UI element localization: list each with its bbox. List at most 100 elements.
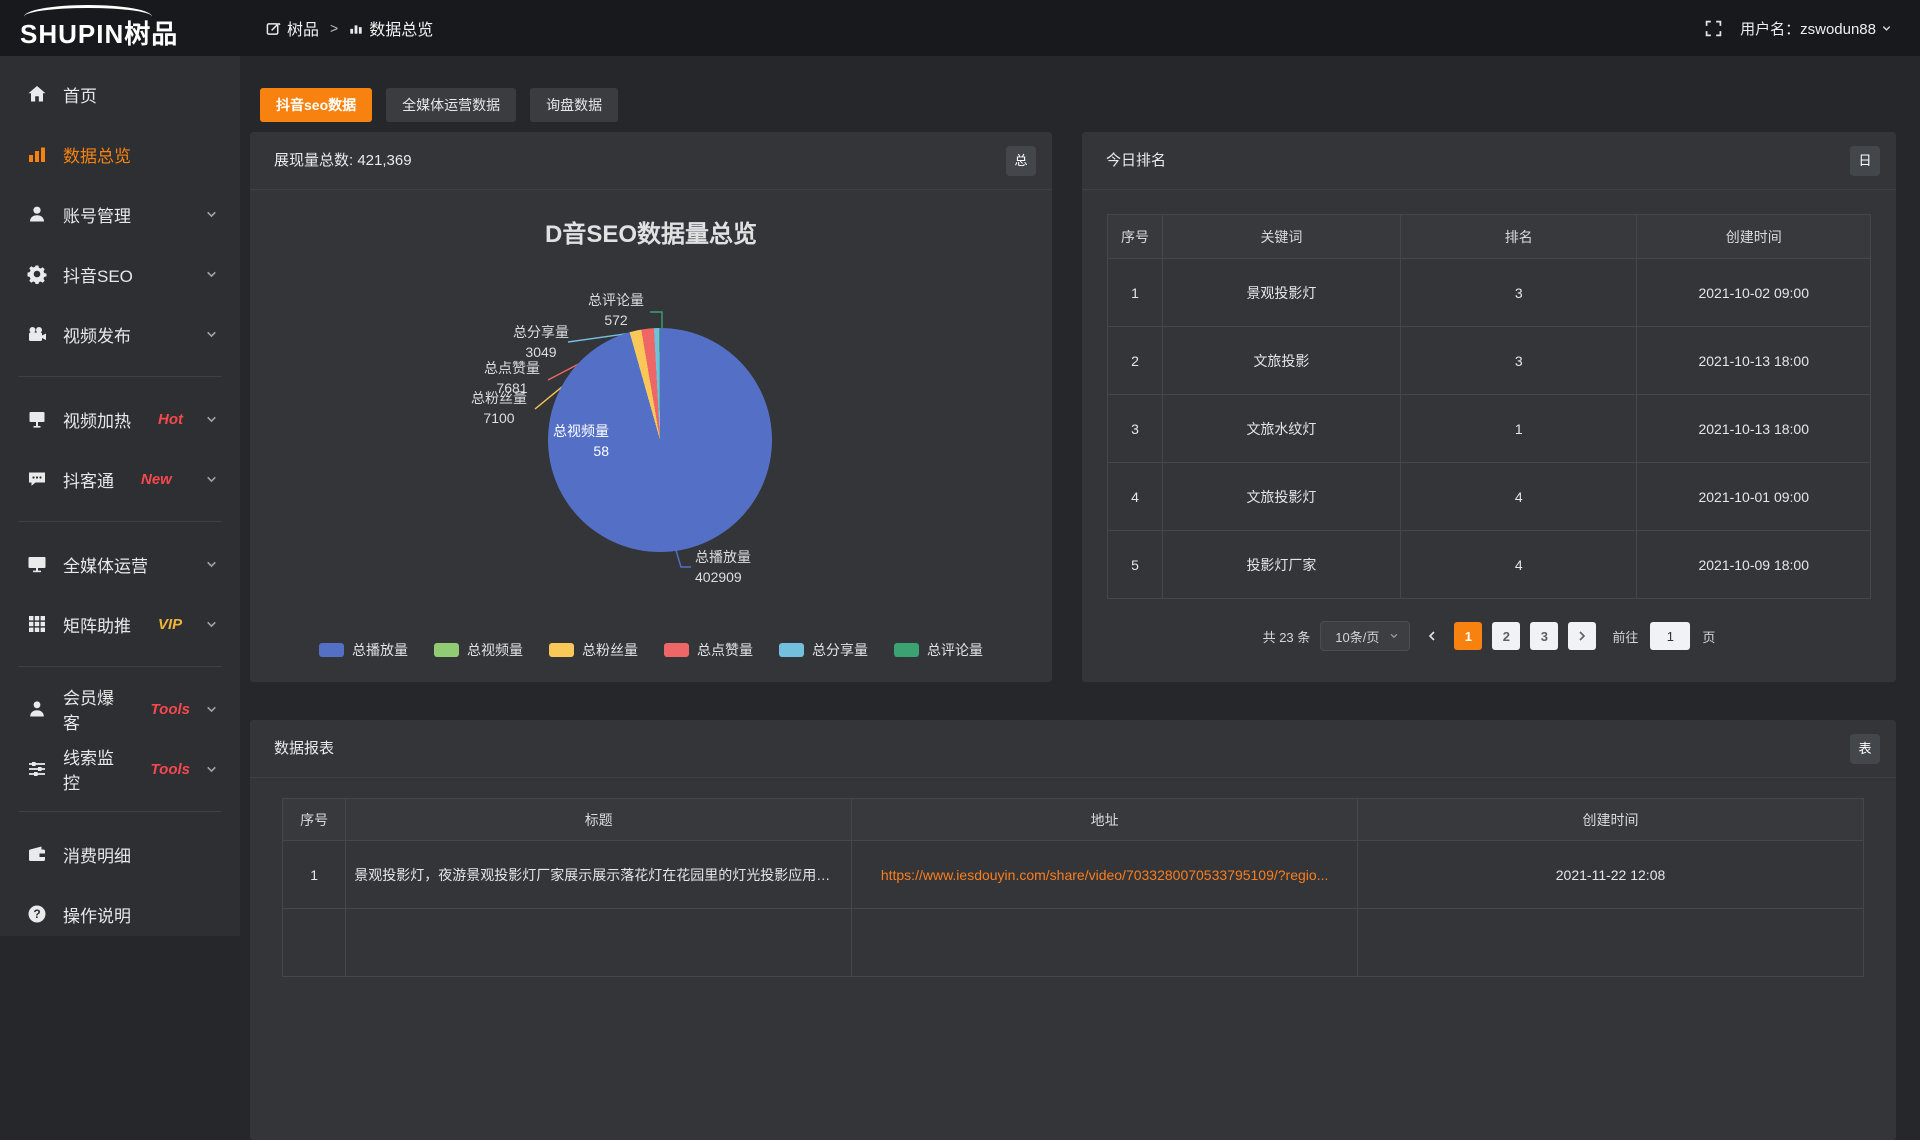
report-table: 序号 标题 地址 创建时间 1 景观投影灯，夜游景观投影灯厂家展示展示落花灯在花… xyxy=(282,798,1864,977)
chevron-down-icon xyxy=(205,328,218,341)
sidebar-item-video-heat[interactable]: 视频加热 Hot xyxy=(0,389,240,449)
chat-bubble-icon xyxy=(26,468,48,490)
table-row xyxy=(283,909,1864,977)
top-bar: SHUPIN树品 树品 > 数据总览 用户名：zswodun88 xyxy=(0,0,1920,56)
total-count-label: 共 23 条 xyxy=(1263,627,1311,646)
chart-title: D音SEO数据量总览 xyxy=(250,214,1052,249)
chevron-down-icon xyxy=(205,268,218,281)
sidebar-item-lead-monitor[interactable]: 线索监控 Tools xyxy=(0,739,240,799)
sidebar-divider xyxy=(18,666,222,667)
user-menu[interactable]: 用户名：zswodun88 xyxy=(1740,18,1892,39)
sidebar-item-member-burst[interactable]: 会员爆客 Tools xyxy=(0,679,240,739)
home-icon xyxy=(26,83,48,105)
chevron-down-icon xyxy=(205,208,218,221)
report-title: 数据报表 xyxy=(274,740,334,757)
main-content: 抖音seo数据 全媒体运营数据 询盘数据 展现量总数: 421,369 总 D音… xyxy=(240,56,1920,936)
table-row: 4 文旅投影灯 4 2021-10-01 09:00 xyxy=(1108,463,1871,531)
edit-box-icon xyxy=(266,21,281,36)
sidebar-divider xyxy=(18,376,222,377)
goto-label: 前往 xyxy=(1612,627,1638,646)
billboard-icon xyxy=(26,408,48,430)
sidebar-item-matrix-boost[interactable]: 矩阵助推 VIP xyxy=(0,594,240,654)
sliders-icon xyxy=(26,758,48,780)
callout-total-comments: 总评论量 572 xyxy=(572,290,660,330)
gear-icon xyxy=(26,263,48,285)
fullscreen-icon[interactable] xyxy=(1705,20,1722,37)
legend-item[interactable]: 总评论量 xyxy=(894,640,983,660)
table-header-row: 序号 关键词 排名 创建时间 xyxy=(1108,215,1871,259)
table-badge-button[interactable]: 表 xyxy=(1850,734,1880,764)
sidebar-divider xyxy=(18,811,222,812)
sidebar-item-consumption[interactable]: 消费明细 xyxy=(0,824,240,884)
ranking-title: 今日排名 xyxy=(1106,152,1166,169)
chart-legend: 总播放量 总视频量 总粉丝量 总点赞量 总分享量 总评论量 xyxy=(250,640,1052,660)
sidebar-item-video-publish[interactable]: 视频发布 xyxy=(0,304,240,364)
chevron-down-icon xyxy=(205,473,218,486)
sidebar: 首页 数据总览 账号管理 抖音SEO xyxy=(0,56,240,936)
sidebar-item-media-operation[interactable]: 全媒体运营 xyxy=(0,534,240,594)
legend-item[interactable]: 总播放量 xyxy=(319,640,408,660)
total-badge-button[interactable]: 总 xyxy=(1006,146,1036,176)
goto-page-input[interactable] xyxy=(1650,622,1690,650)
logo-text: SHUPIN树品 xyxy=(20,14,178,51)
legend-item[interactable]: 总粉丝量 xyxy=(549,640,638,660)
callout-total-shares: 总分享量 3049 xyxy=(497,322,585,362)
video-link[interactable]: https://www.iesdouyin.com/share/video/70… xyxy=(852,841,1358,909)
page-size-select[interactable]: 10条/页 xyxy=(1320,621,1410,651)
legend-item[interactable]: 总分享量 xyxy=(779,640,868,660)
sidebar-item-douyin-seo[interactable]: 抖音SEO xyxy=(0,244,240,304)
sidebar-item-doukettong[interactable]: 抖客通 New xyxy=(0,449,240,509)
prev-page-button[interactable] xyxy=(1420,630,1444,642)
wallet-icon xyxy=(26,843,48,865)
sidebar-divider xyxy=(18,521,222,522)
chart-bar-icon xyxy=(349,21,363,35)
ranking-table: 序号 关键词 排名 创建时间 1 景观投影灯 3 2021-10 xyxy=(1107,214,1871,599)
chevron-down-icon xyxy=(205,413,218,426)
table-row: 1 景观投影灯 3 2021-10-02 09:00 xyxy=(1108,259,1871,327)
legend-item[interactable]: 总视频量 xyxy=(434,640,523,660)
today-ranking-panel: 今日排名 日 序号 关键词 排名 创建时间 xyxy=(1082,132,1896,682)
page-button-1[interactable]: 1 xyxy=(1454,622,1482,650)
callout-total-plays: 总播放量 402909 xyxy=(695,547,805,587)
sidebar-item-help[interactable]: ? 操作说明 xyxy=(0,884,240,944)
vip-badge: VIP xyxy=(158,616,182,633)
table-row: 5 投影灯厂家 4 2021-10-09 18:00 xyxy=(1108,531,1871,599)
chevron-down-icon xyxy=(205,618,218,631)
legend-item[interactable]: 总点赞量 xyxy=(664,640,753,660)
chevron-down-icon xyxy=(205,558,218,571)
tab-media-operation-data[interactable]: 全媒体运营数据 xyxy=(386,88,516,122)
video-camera-icon xyxy=(26,323,48,345)
page-button-3[interactable]: 3 xyxy=(1530,622,1558,650)
breadcrumb-item-shupin[interactable]: 树品 xyxy=(266,16,319,40)
logo-arc xyxy=(24,5,152,19)
data-tabs: 抖音seo数据 全媒体运营数据 询盘数据 xyxy=(260,88,1896,122)
monitor-icon xyxy=(26,553,48,575)
grid-icon xyxy=(26,613,48,635)
pie-chart: D音SEO数据量总览 总评论量 572 总分享量 xyxy=(250,190,1052,681)
tools-badge: Tools xyxy=(151,761,190,778)
seo-chart-panel: 展现量总数: 421,369 总 D音SEO数据量总览 总评论量 xyxy=(250,132,1052,682)
breadcrumb-item-overview[interactable]: 数据总览 xyxy=(349,16,433,40)
tools-badge: Tools xyxy=(151,701,190,718)
sidebar-item-home[interactable]: 首页 xyxy=(0,64,240,124)
user-icon xyxy=(26,203,48,225)
tab-inquiry-data[interactable]: 询盘数据 xyxy=(530,88,618,122)
table-row: 3 文旅水纹灯 1 2021-10-13 18:00 xyxy=(1108,395,1871,463)
chevron-down-icon xyxy=(205,703,218,716)
sidebar-item-data-overview[interactable]: 数据总览 xyxy=(0,124,240,184)
sidebar-item-account[interactable]: 账号管理 xyxy=(0,184,240,244)
hot-badge: Hot xyxy=(158,411,183,428)
table-header-row: 序号 标题 地址 创建时间 xyxy=(283,799,1864,841)
chevron-down-icon xyxy=(1389,631,1399,641)
day-badge-button[interactable]: 日 xyxy=(1850,146,1880,176)
new-badge: New xyxy=(141,471,172,488)
page-button-2[interactable]: 2 xyxy=(1492,622,1520,650)
report-panel-header: 数据报表 表 xyxy=(250,720,1896,778)
tab-douyin-seo-data[interactable]: 抖音seo数据 xyxy=(260,88,372,122)
chevron-down-icon xyxy=(1881,23,1892,34)
next-page-button[interactable] xyxy=(1568,622,1596,650)
ranking-panel-header: 今日排名 日 xyxy=(1082,132,1896,190)
chart-bar-icon xyxy=(26,143,48,165)
chart-panel-header: 展现量总数: 421,369 总 xyxy=(250,132,1052,190)
page-unit-label: 页 xyxy=(1702,627,1715,646)
